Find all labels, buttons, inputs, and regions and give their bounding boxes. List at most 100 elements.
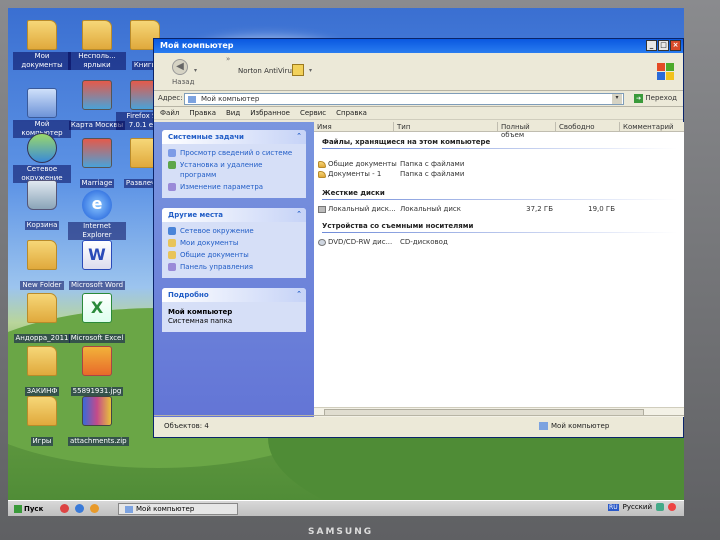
task-change-setting[interactable]: Изменение параметра xyxy=(168,182,300,192)
firefox-icon[interactable] xyxy=(90,504,99,513)
menu-favorites[interactable]: Избранное xyxy=(250,109,290,117)
desktop-icon[interactable]: New Folder xyxy=(13,240,71,291)
zip-icon xyxy=(82,396,112,426)
my-computer-window: Мой компьютер _ □ × ◀ Назад ▾ » Norton A… xyxy=(153,38,684,438)
group-header-hard-disks: Жесткие диски xyxy=(322,189,385,197)
chevron-down-icon[interactable]: ▾ xyxy=(194,67,197,74)
close-button[interactable]: × xyxy=(670,40,681,51)
menu-bar: Файл Правка Вид Избранное Сервис Справка xyxy=(154,107,683,120)
tray-icon[interactable] xyxy=(656,503,664,511)
desktop-icon-label: Мои документы xyxy=(13,52,71,70)
desktop-icon-label: Корзина xyxy=(24,221,60,230)
column-name[interactable]: Имя xyxy=(314,122,394,131)
norton-icon[interactable] xyxy=(292,64,304,76)
place-network[interactable]: Сетевое окружение xyxy=(168,226,300,236)
network-icon xyxy=(168,227,176,235)
system-tasks-header[interactable]: Системные задачи ⌃ xyxy=(162,130,306,144)
windows-logo-icon xyxy=(657,63,675,81)
norton-antivirus-button[interactable]: Norton AntiVirus xyxy=(238,67,296,75)
tray-icon[interactable] xyxy=(668,503,676,511)
programs-icon xyxy=(168,161,176,169)
desktop-icon[interactable]: Корзина xyxy=(13,180,71,231)
desktop-icon[interactable]: Мой компьютер xyxy=(13,88,71,139)
collapse-icon: ⌃ xyxy=(296,290,302,298)
excel-icon: X xyxy=(82,293,112,323)
desktop-icon[interactable]: Игры xyxy=(13,396,71,447)
ie-icon: e xyxy=(82,190,112,220)
desktop-icon[interactable]: X Microsoft Excel xyxy=(68,293,126,344)
group-header-files: Файлы, хранящиеся на этом компьютере xyxy=(322,138,491,146)
desktop-icon[interactable]: attachments.zip xyxy=(68,396,129,447)
chevron-more-icon[interactable]: » xyxy=(226,55,230,63)
column-free-space[interactable]: Свободно xyxy=(556,122,620,131)
folder-icon xyxy=(27,346,57,376)
status-location: Мой компьютер xyxy=(539,422,609,430)
folder-icon xyxy=(168,239,176,247)
desktop-icon[interactable]: Андорра_2011 xyxy=(13,293,71,344)
minimize-button[interactable]: _ xyxy=(646,40,657,51)
desktop-icon[interactable]: ЗАКИНФ xyxy=(13,346,71,397)
app-icon xyxy=(82,80,112,110)
group-divider xyxy=(322,232,677,233)
menu-tools[interactable]: Сервис xyxy=(300,109,326,117)
column-total-size[interactable]: Полный объем xyxy=(498,122,556,139)
maximize-button[interactable]: □ xyxy=(658,40,669,51)
place-my-documents[interactable]: Мои документы xyxy=(168,238,300,248)
window-title: Мой компьютер xyxy=(160,41,234,50)
desktop-icon-label: attachments.zip xyxy=(68,437,129,446)
start-button[interactable]: Пуск xyxy=(10,503,47,515)
place-shared-documents[interactable]: Общие документы xyxy=(168,250,300,260)
details-header[interactable]: Подробно ⌃ xyxy=(162,288,306,302)
menu-help[interactable]: Справка xyxy=(336,109,367,117)
desktop-icon-label: Андорра_2011 xyxy=(13,334,71,343)
desktop-icon-label: Игры xyxy=(30,437,54,446)
back-button-label[interactable]: Назад xyxy=(172,78,194,86)
details-name: Мой компьютер xyxy=(168,308,233,316)
folder-icon xyxy=(27,20,57,50)
chevron-down-icon[interactable]: ▾ xyxy=(612,94,622,104)
chevron-down-icon[interactable]: ▾ xyxy=(309,67,312,74)
collapse-icon: ⌃ xyxy=(296,132,302,140)
desktop-icon[interactable]: W Microsoft Word xyxy=(68,240,126,291)
go-button[interactable]: ➔ Переход xyxy=(634,94,677,103)
task-add-remove-programs[interactable]: Установка и удаление программ xyxy=(168,160,300,180)
column-type[interactable]: Тип xyxy=(394,122,498,131)
other-places-header[interactable]: Другие места ⌃ xyxy=(162,208,306,222)
status-object-count: Объектов: 4 xyxy=(164,422,209,430)
desktop-icon[interactable]: Сетевое окружение xyxy=(13,133,71,184)
group-divider xyxy=(322,148,677,149)
group-header-removable: Устройства со съемными носителями xyxy=(322,222,474,230)
list-item[interactable]: DVD/CD-RW дис... CD-дисковод xyxy=(314,237,684,247)
list-item[interactable]: Документы - 1 Папка с файлами xyxy=(314,169,684,179)
desktop-icon[interactable]: e Internet Explorer xyxy=(68,190,126,241)
cd-drive-icon xyxy=(318,238,326,246)
list-item[interactable]: Общие документы Папка с файлами xyxy=(314,159,684,169)
task-view-system-info[interactable]: Просмотр сведений о системе xyxy=(168,148,300,158)
place-control-panel[interactable]: Панель управления xyxy=(168,262,300,272)
control-panel-icon xyxy=(168,263,176,271)
window-titlebar[interactable]: Мой компьютер _ □ × xyxy=(154,39,683,53)
list-item[interactable]: Локальный диск... Локальный диск 37,2 ГБ… xyxy=(314,204,684,214)
address-input[interactable]: Мой компьютер ▾ xyxy=(184,93,624,105)
language-code[interactable]: RU xyxy=(608,503,619,511)
back-arrow-icon[interactable]: ◀ xyxy=(172,59,188,75)
taskbar-button-my-computer[interactable]: Мой компьютер xyxy=(118,503,238,515)
word-icon: W xyxy=(82,240,112,270)
go-arrow-icon: ➔ xyxy=(634,94,644,103)
column-comment[interactable]: Комментарий xyxy=(620,122,684,131)
ie-icon[interactable] xyxy=(75,504,84,513)
computer-icon xyxy=(188,96,196,103)
language-indicator[interactable]: Русский xyxy=(623,503,652,511)
desktop-icon[interactable]: Мои документы xyxy=(13,20,71,71)
desktop-icon[interactable]: 55891931.jpg xyxy=(68,346,126,397)
desktop-icon-label: New Folder xyxy=(20,281,64,290)
menu-edit[interactable]: Правка xyxy=(189,109,216,117)
opera-icon[interactable] xyxy=(60,504,69,513)
system-tasks-panel: Системные задачи ⌃ Просмотр сведений о си… xyxy=(162,130,306,198)
folder-icon xyxy=(27,396,57,426)
collapse-icon: ⌃ xyxy=(296,210,302,218)
taskbar: Пуск Мой компьютер RU Русский xyxy=(8,500,684,516)
menu-view[interactable]: Вид xyxy=(226,109,240,117)
hard-drive-icon xyxy=(318,205,326,213)
menu-file[interactable]: Файл xyxy=(160,109,179,117)
